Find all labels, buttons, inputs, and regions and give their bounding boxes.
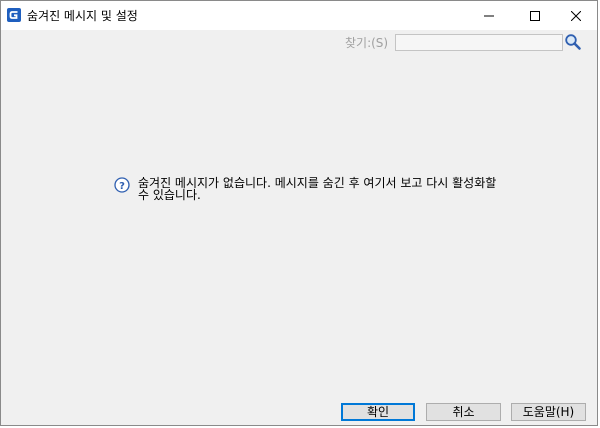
question-icon: ? — [114, 177, 130, 193]
ok-button[interactable]: 확인 — [341, 403, 415, 421]
search-icon — [565, 34, 581, 50]
app-logo-icon — [7, 8, 21, 22]
minimize-icon — [484, 15, 494, 16]
cancel-button[interactable]: 취소 — [426, 403, 501, 421]
dialog-window: 숨겨진 메시지 및 설정 찾기:(S) ? 숨겨진 메시지가 없습니다. 메시지… — [0, 0, 598, 426]
empty-message: 숨겨진 메시지가 없습니다. 메시지를 숨긴 후 여기서 보고 다시 활성화할 … — [138, 176, 497, 202]
svg-text:?: ? — [119, 181, 125, 192]
title-bar[interactable]: 숨겨진 메시지 및 설정 — [1, 1, 597, 30]
close-button[interactable] — [554, 1, 598, 30]
search-button[interactable] — [564, 33, 582, 51]
maximize-button[interactable] — [513, 1, 557, 30]
help-button[interactable]: 도움말(H) — [511, 403, 586, 421]
search-input[interactable] — [395, 34, 563, 51]
minimize-button[interactable] — [467, 1, 511, 30]
search-label: 찾기:(S) — [345, 36, 389, 50]
close-icon — [571, 10, 581, 21]
window-title: 숨겨진 메시지 및 설정 — [27, 9, 138, 23]
maximize-icon — [530, 10, 540, 21]
